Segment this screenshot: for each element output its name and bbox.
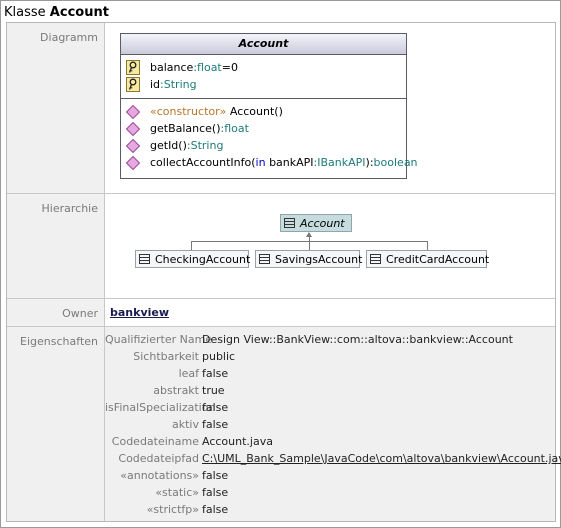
property-value: public — [202, 350, 236, 363]
attribute-id[interactable]: id: String — [121, 76, 406, 93]
key-icon — [125, 77, 141, 93]
property-key: «static» — [155, 486, 199, 499]
owner-link[interactable]: bankview — [110, 306, 169, 319]
property-abstract: abstrakt true — [105, 382, 225, 399]
owner-content: bankview — [105, 299, 555, 326]
hierarchy-child-node[interactable]: CheckingAccount — [135, 250, 251, 268]
property-key: abstrakt — [153, 384, 199, 397]
hierarchy-content: Account CheckingAccount SavingsAccount C… — [105, 194, 555, 298]
operation-text: Account() — [226, 105, 283, 118]
property-key: isFinalSpecialization — [105, 401, 216, 414]
attribute-type: String — [163, 78, 197, 91]
property-key: aktiv — [172, 418, 199, 431]
title-prefix: Klasse — [4, 5, 46, 20]
operation-diamond-icon — [125, 121, 141, 137]
operation-diamond-icon — [125, 104, 141, 120]
property-key: «strictfp» — [146, 503, 199, 516]
property-qualified-name: Qualifizierter Name Design View::BankView… — [105, 331, 513, 348]
hierarchy-arrow-icon — [306, 232, 312, 237]
operation-getbalance[interactable]: getBalance(): float — [121, 120, 406, 137]
operations-compartment: «constructor» Account() getBalance(): flo… — [121, 99, 418, 171]
property-visibility: Sichtbarkeit public — [105, 348, 235, 365]
parameter-type: IBankAPI — [317, 156, 366, 169]
properties-label: Eigenschaften — [7, 327, 105, 521]
property-value: false — [202, 418, 229, 431]
property-value: false — [202, 401, 229, 414]
operation-constructor[interactable]: «constructor» Account() — [121, 103, 406, 120]
hierarchy-row: Hierarchie Account CheckingAccount Savin… — [7, 194, 555, 299]
property-key: Codedateipfad — [118, 452, 199, 465]
parameter-direction: in — [255, 156, 266, 169]
attribute-default: =0 — [221, 61, 238, 74]
attribute-type: float — [197, 61, 222, 74]
code-file-path-link[interactable]: C:\UML_Bank_Sample\JavaCode\com\altova\b… — [202, 450, 561, 467]
owner-label: Owner — [7, 299, 105, 326]
hierarchy-child-label: CreditCardAccount — [386, 252, 490, 266]
operation-text: getId() — [150, 139, 187, 152]
property-key: Qualifizierter Name — [105, 333, 213, 346]
hierarchy-label: Hierarchie — [7, 194, 105, 298]
hierarchy-root-node[interactable]: Account — [280, 214, 352, 232]
property-strictfp: «strictfp» false — [105, 501, 228, 518]
page-title: Klasse Account — [4, 4, 109, 22]
property-value: false — [202, 469, 229, 482]
hierarchy-root-label: Account — [300, 216, 345, 230]
property-key: leaf — [178, 367, 199, 380]
operation-close: ): — [365, 156, 374, 169]
property-static: «static» false — [105, 484, 228, 501]
property-value: false — [202, 367, 229, 380]
properties-table: Diagramm Account balance: float =0 id: … — [6, 22, 561, 522]
attributes-compartment: balance: float =0 id: String — [121, 55, 406, 99]
property-key: Codedateiname — [111, 435, 199, 448]
hierarchy-connector — [309, 241, 310, 250]
attribute-balance[interactable]: balance: float =0 — [121, 59, 406, 76]
property-code-file-name: Codedateiname Account.java — [105, 433, 273, 450]
property-value: Design View::BankView::com::altova::bank… — [202, 333, 513, 346]
property-annotations: «annotations» false — [105, 467, 228, 484]
operation-type: String — [190, 139, 224, 152]
hierarchy-connector — [427, 241, 428, 250]
properties-content: Qualifizierter Name Design View::BankView… — [105, 327, 561, 521]
operation-diamond-icon — [125, 138, 141, 154]
property-leaf: leaf false — [105, 365, 229, 382]
diagram-row: Diagramm Account balance: float =0 id: … — [7, 23, 555, 194]
operation-collectaccountinfo[interactable]: collectAccountInfo(in bankAPI: IBankAPI):… — [121, 154, 418, 171]
operation-getid[interactable]: getId(): String — [121, 137, 406, 154]
operation-text: collectAccountInfo( — [150, 156, 256, 169]
property-value: false — [202, 503, 229, 516]
hierarchy-connector — [191, 241, 192, 250]
properties-row: Eigenschaften Qualifizierter Name Design … — [7, 327, 561, 521]
class-icon — [370, 254, 381, 264]
title-class-name: Account — [49, 5, 109, 20]
owner-row: Owner bankview — [7, 299, 555, 327]
diagram-label: Diagramm — [7, 23, 105, 193]
class-icon — [259, 254, 270, 264]
key-icon — [125, 60, 141, 76]
attribute-name: id — [150, 78, 161, 91]
operation-text: getBalance() — [150, 122, 221, 135]
property-key: Sichtbarkeit — [133, 350, 199, 363]
hierarchy-child-label: SavingsAccount — [275, 252, 363, 266]
operation-diamond-icon — [125, 155, 141, 171]
class-icon — [139, 254, 150, 264]
property-key: «annotations» — [120, 469, 199, 482]
hierarchy-child-node[interactable]: CreditCardAccount — [366, 250, 490, 268]
property-is-final-specialization: isFinalSpecialization false — [105, 399, 228, 416]
attribute-name: balance — [150, 61, 194, 74]
property-active: aktiv false — [105, 416, 228, 433]
property-value: Account.java — [202, 435, 273, 448]
class-box[interactable]: Account balance: float =0 id: String «co… — [120, 33, 418, 179]
class-icon — [284, 218, 295, 228]
operation-type: boolean — [373, 156, 418, 169]
property-value: false — [202, 486, 229, 499]
property-code-file-path: Codedateipfad C:\UML_Bank_Sample\JavaCode… — [105, 450, 561, 467]
property-value: true — [202, 384, 225, 397]
operation-type: float — [224, 122, 249, 135]
hierarchy-child-label: CheckingAccount — [155, 252, 251, 266]
diagram-content: Account balance: float =0 id: String «co… — [105, 23, 555, 193]
class-box-title: Account — [121, 34, 406, 55]
operation-stereotype: «constructor» — [150, 105, 227, 118]
parameter-name: bankAPI — [265, 156, 314, 169]
hierarchy-child-node[interactable]: SavingsAccount — [255, 250, 363, 268]
